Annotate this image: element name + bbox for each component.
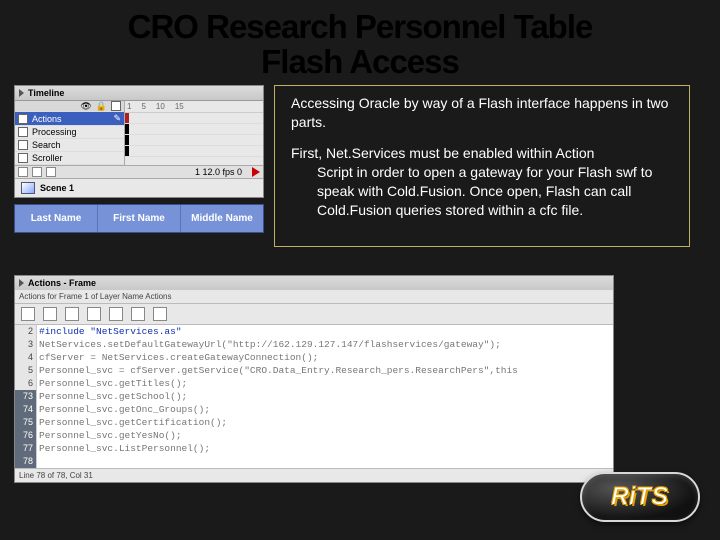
actions-subheader: Actions for Frame 1 of Layer Name Action… (15, 290, 613, 304)
flash-timeline-panel: Timeline 👁🔒 Actions✎ Processing Search S… (14, 85, 264, 198)
ruler-num: 15 (175, 102, 184, 111)
collapse-triangle-icon (19, 89, 24, 97)
timeline-header-label: Timeline (28, 88, 64, 98)
frame-strip (125, 113, 263, 124)
col-first-name: First Name (98, 205, 181, 232)
layer-row-scroller[interactable]: Scroller (15, 152, 124, 165)
tool-target-icon[interactable] (65, 307, 79, 321)
delete-layer-icon[interactable] (46, 167, 56, 177)
paragraph-1: Accessing Oracle by way of a Flash inter… (291, 95, 668, 130)
timeline-footer: 1 12.0 fps 0 (15, 165, 263, 178)
title-line-2: Flash Access (40, 45, 680, 80)
tool-check-icon[interactable] (87, 307, 101, 321)
layer-label: Actions (32, 114, 62, 124)
tool-options-icon[interactable] (153, 307, 167, 321)
timeline-header: Timeline (15, 86, 263, 101)
paragraph-2-rest: Script in order to open a gateway for yo… (291, 163, 673, 220)
layer-label: Search (32, 140, 61, 150)
timeline-ruler: 1 5 10 15 (125, 101, 263, 165)
actions-status-bar: Line 78 of 78, Col 31 (15, 468, 613, 482)
slide-title: CRO Research Personnel Table Flash Acces… (0, 0, 720, 85)
actions-frame-panel: Actions - Frame Actions for Frame 1 of L… (14, 275, 614, 483)
col-middle-name: Middle Name (181, 205, 263, 232)
timeline-layers: 👁🔒 Actions✎ Processing Search Scroller (15, 101, 125, 165)
layer-row-search[interactable]: Search (15, 139, 124, 152)
tool-debug-icon[interactable] (131, 307, 145, 321)
logo-text: RiTS (611, 483, 668, 511)
add-layer-icon[interactable] (18, 167, 28, 177)
timeline-status: 1 12.0 fps 0 (195, 167, 242, 177)
tool-find-icon[interactable] (43, 307, 57, 321)
frame-strip (125, 124, 263, 135)
actions-header: Actions - Frame (15, 276, 613, 290)
paragraph-2-start: First, Net.Services must be enabled with… (291, 145, 594, 161)
add-folder-icon[interactable] (32, 167, 42, 177)
ruler-num: 5 (141, 102, 145, 111)
description-box: Accessing Oracle by way of a Flash inter… (274, 85, 690, 246)
code-lines: #include "NetServices.as"NetServices.set… (37, 325, 613, 468)
actions-header-label: Actions - Frame (28, 278, 96, 288)
title-line-1: CRO Research Personnel Table (40, 10, 680, 45)
code-gutter: 23456737475767778 (15, 325, 37, 468)
actions-toolbar (15, 304, 613, 325)
ruler-num: 1 (127, 102, 131, 111)
rits-logo: RiTS (580, 472, 700, 522)
play-icon (252, 167, 260, 177)
frame-strip (125, 146, 263, 157)
scene-bar: Scene 1 (15, 178, 263, 197)
tool-add-icon[interactable] (21, 307, 35, 321)
layer-icons-header: 👁🔒 (15, 101, 124, 112)
table-header-row: Last Name First Name Middle Name (14, 204, 264, 233)
layer-label: Processing (32, 127, 77, 137)
scene-icon (21, 182, 35, 194)
col-last-name: Last Name (15, 205, 98, 232)
collapse-triangle-icon (19, 279, 24, 287)
layer-label: Scroller (32, 153, 63, 163)
layer-row-processing[interactable]: Processing (15, 126, 124, 139)
code-editor[interactable]: 23456737475767778 #include "NetServices.… (15, 325, 613, 468)
scene-label: Scene 1 (40, 183, 74, 193)
frame-strip (125, 135, 263, 146)
ruler-num: 10 (156, 102, 165, 111)
layer-row-actions[interactable]: Actions✎ (15, 112, 124, 126)
tool-format-icon[interactable] (109, 307, 123, 321)
